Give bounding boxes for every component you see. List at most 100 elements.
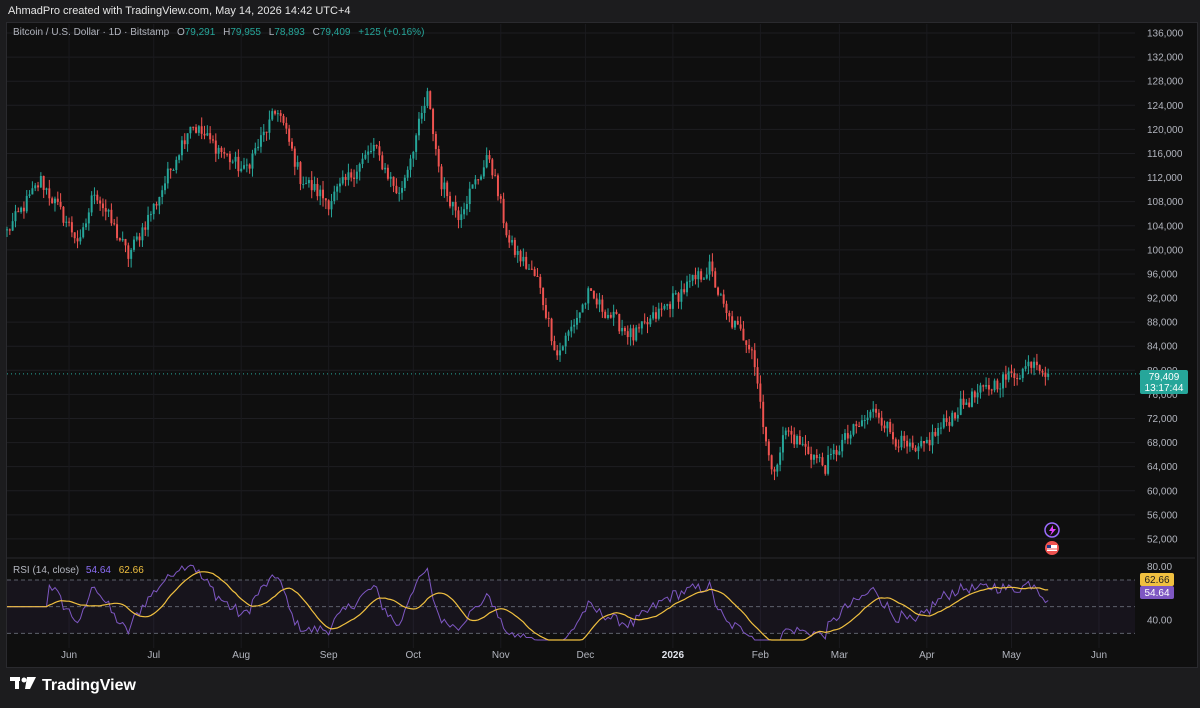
candle-body	[1007, 371, 1010, 380]
candle-body	[491, 159, 494, 176]
candle-body	[844, 433, 847, 440]
candle-body	[355, 171, 358, 179]
price-tick-label: 96,000	[1147, 269, 1178, 280]
candle-body	[987, 385, 990, 390]
low-value: 78,893	[274, 27, 305, 38]
candle-body	[336, 186, 339, 192]
candle-body	[248, 164, 251, 169]
candle-body	[923, 441, 926, 444]
candle-body	[499, 196, 502, 199]
candle-body	[22, 207, 25, 212]
candle-body	[849, 434, 852, 439]
candle-body	[1038, 365, 1041, 371]
candle-body	[1035, 361, 1038, 366]
candle-body	[220, 147, 223, 153]
candle-body	[132, 239, 135, 250]
candle-body	[209, 133, 212, 140]
candle-body	[990, 389, 993, 391]
candle-body	[765, 427, 768, 442]
candle-body	[931, 431, 934, 446]
candle-body	[73, 232, 76, 239]
candle-body	[268, 119, 271, 133]
candle-body	[480, 176, 483, 180]
candle-body	[237, 156, 240, 172]
price-tick-label: 84,000	[1147, 342, 1178, 353]
candle-body	[197, 126, 200, 133]
candle-body	[903, 435, 906, 441]
candle-body	[866, 417, 869, 421]
candle-body	[657, 308, 660, 319]
candle-body	[908, 442, 911, 447]
candle-body	[482, 167, 485, 177]
candle-body	[285, 122, 288, 129]
candle-body	[6, 229, 8, 231]
candle-body	[705, 274, 708, 279]
rsi-ma-tag: 62.66	[1144, 575, 1169, 586]
candle-body	[731, 316, 734, 328]
candle-body	[688, 280, 691, 282]
candle-body	[34, 185, 37, 189]
candle-body	[824, 465, 827, 474]
candle-body	[640, 321, 643, 329]
price-tick-label: 100,000	[1147, 245, 1184, 256]
candle-body	[39, 175, 42, 188]
candle-body	[525, 256, 528, 269]
rsi-legend-ma: 62.66	[118, 565, 144, 576]
candle-body	[330, 201, 333, 210]
candle-body	[906, 440, 909, 447]
close-value: 79,409	[319, 27, 351, 38]
candle-body	[753, 350, 756, 368]
candle-body	[76, 238, 79, 242]
candle-body	[158, 196, 161, 206]
candle-body	[714, 271, 717, 288]
candle-body	[68, 221, 71, 223]
price-tick-label: 88,000	[1147, 318, 1178, 329]
candle-body	[875, 408, 878, 413]
candle-body	[638, 327, 641, 329]
candle-body	[316, 183, 319, 197]
candle-body	[449, 196, 451, 207]
candle-body	[928, 439, 931, 446]
candle-body	[787, 430, 790, 432]
candle-body	[110, 209, 113, 224]
price-tag: 79,409 13:17:44	[1140, 370, 1188, 394]
candle-body	[547, 317, 550, 319]
candle-body	[612, 311, 615, 318]
candle-body	[883, 425, 886, 429]
candle-body	[773, 469, 776, 472]
candle-body	[70, 222, 73, 233]
candle-body	[423, 105, 426, 114]
candle-body	[226, 153, 229, 155]
candle-body	[1016, 378, 1019, 380]
candle-body	[533, 269, 536, 276]
candle-body	[228, 153, 231, 163]
candle-body	[683, 289, 686, 293]
symbol-title: Bitcoin / U.S. Dollar · 1D · Bitstamp	[13, 27, 170, 38]
candle-body	[781, 435, 784, 453]
candle-body	[118, 238, 121, 241]
candle-body	[1033, 361, 1036, 368]
candle-body	[282, 115, 285, 123]
candle-body	[20, 207, 23, 212]
candle-body	[307, 180, 310, 184]
candle-body	[570, 326, 573, 332]
chart-svg[interactable]: 52,00056,00060,00064,00068,00072,00076,0…	[0, 0, 1200, 708]
lightning-event-icon[interactable]	[1044, 522, 1060, 538]
candle-body	[494, 175, 497, 177]
candle-body	[815, 454, 818, 459]
candle-body	[358, 163, 361, 172]
us-flag-event-icon[interactable]	[1045, 541, 1059, 555]
candle-body	[539, 276, 542, 288]
candle-body	[1004, 374, 1007, 380]
candle-body	[299, 162, 302, 185]
candle-body	[293, 148, 296, 167]
candle-body	[138, 236, 141, 241]
candle-body	[101, 203, 104, 209]
candle-body	[409, 158, 412, 170]
candle-body	[728, 313, 731, 317]
candle-body	[189, 126, 192, 134]
candle-body	[812, 454, 815, 460]
candle-body	[389, 176, 392, 179]
tradingview-brand[interactable]: TradingView	[10, 676, 136, 695]
candle-body	[621, 327, 624, 332]
